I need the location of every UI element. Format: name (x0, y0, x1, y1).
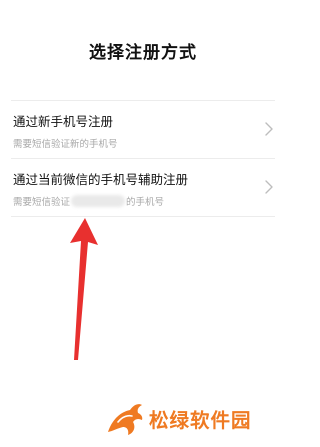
option-wechat-phone[interactable]: 通过当前微信的手机号辅助注册 需要短信验证 的手机号 (0, 159, 286, 216)
watermark: 松绿软件园 (106, 398, 281, 438)
watermark-text: 松绿软件园 (149, 409, 252, 432)
option-wechat-phone-subtitle: 需要短信验证 的手机号 (13, 194, 164, 208)
subtitle-prefix: 需要短信验证 (13, 197, 71, 208)
chevron-right-icon (265, 122, 273, 136)
blurred-phone-number (71, 195, 126, 207)
page-title: 选择注册方式 (89, 43, 197, 63)
option-new-phone-subtitle: 需要短信验证新的手机号 (13, 139, 118, 150)
subtitle-suffix: 的手机号 (126, 197, 165, 208)
red-arrow-annotation-icon (70, 218, 98, 360)
option-wechat-phone-title: 通过当前微信的手机号辅助注册 (13, 172, 189, 187)
registration-options: 通过新手机号注册 需要短信验证新的手机号 通过当前微信的手机号辅助注册 需要短信… (0, 100, 286, 217)
option-new-phone[interactable]: 通过新手机号注册 需要短信验证新的手机号 (0, 101, 286, 158)
divider (11, 216, 275, 217)
watermark-logo-icon (108, 404, 143, 435)
option-new-phone-title: 通过新手机号注册 (13, 114, 114, 129)
chevron-right-icon (265, 180, 273, 194)
